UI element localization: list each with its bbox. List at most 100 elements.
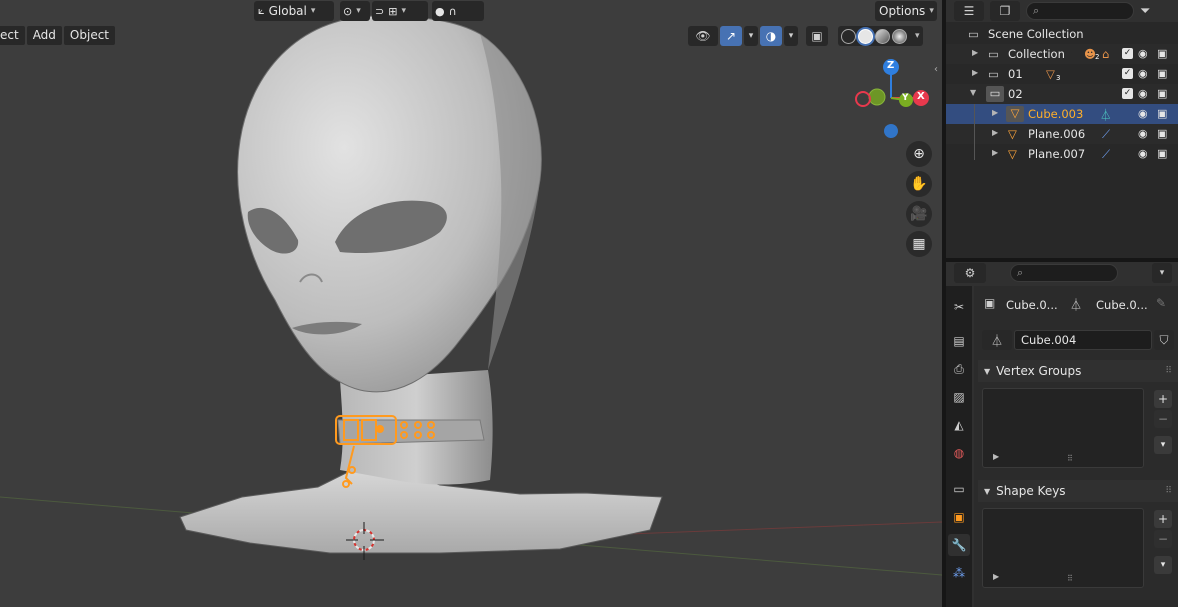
outliner-row-plane-007[interactable]: ▶ ▽ Plane.007 ⟋ ◉ ▣ [946, 144, 1178, 164]
pivot-point-dropdown[interactable]: ⊙ ▾ [340, 1, 370, 21]
outliner-row-cube-003[interactable]: ▶ ▽ Cube.003 ⏃ ◉ ▣ [946, 104, 1178, 124]
tab-tool[interactable]: ✂ [948, 296, 970, 318]
printer-icon: ⎙ [954, 361, 964, 376]
tab-particles[interactable]: ⁂ [948, 562, 970, 584]
menu-select[interactable]: ect [0, 26, 25, 45]
collection-icon: ▭ [988, 47, 999, 61]
material-shading-icon[interactable] [875, 28, 890, 44]
tab-scene[interactable]: ◭ [948, 414, 970, 436]
viewport-menu: ect Add Object [0, 26, 116, 45]
mesh-browse-dropdown[interactable]: ⏃ [982, 330, 1012, 350]
render-camera-icon[interactable]: ▣ [1157, 127, 1167, 140]
editor-type-dropdown[interactable]: ⚙ [954, 263, 986, 283]
add-vertex-group-button[interactable]: + [1154, 390, 1172, 408]
shape-keys-list[interactable]: ▶ ⠿ [982, 508, 1144, 588]
vertex-groups-list[interactable]: ▶ ⠿ [982, 388, 1144, 468]
mesh-name-field[interactable]: Cube.004 [1014, 330, 1152, 350]
properties-search-input[interactable]: ⌕ [1010, 264, 1118, 282]
overlays-dropdown[interactable]: ▾ [784, 26, 798, 46]
properties-tabs: ✂ ▤ ⎙ ▨ ◭ ◍ ▭ ▣ 🔧 ⁂ [946, 286, 972, 607]
pan-button[interactable]: ✋ [906, 171, 932, 197]
visibility-eye-icon[interactable]: ◉ [1138, 47, 1148, 60]
filter-library-dropdown[interactable]: ❐ [990, 1, 1020, 21]
render-camera-icon[interactable]: ▣ [1157, 87, 1167, 100]
expand-arrow-icon[interactable]: ▶ [993, 452, 999, 461]
fake-user-button[interactable]: ⛉ [1154, 330, 1174, 350]
perspective-toggle-button[interactable]: ▦ [906, 231, 932, 257]
expand-arrow-icon[interactable]: ▶ [992, 108, 998, 117]
exclude-checkbox[interactable]: ✓ [1122, 88, 1133, 99]
snapping-group[interactable]: ⊃ ⊞ ▾ [372, 1, 428, 21]
resize-grip-icon[interactable]: ⠿ [1067, 454, 1073, 463]
tab-view-layer[interactable]: ▨ [948, 386, 970, 408]
vertex-groups-panel-header[interactable]: ▼ Vertex Groups ⠿ [978, 360, 1178, 382]
shape-key-specials-button[interactable]: ▾ [1154, 556, 1172, 574]
remove-vertex-group-button[interactable]: − [1154, 410, 1172, 428]
visibility-eye-icon[interactable]: ◉ [1138, 67, 1148, 80]
exclude-checkbox[interactable]: ✓ [1122, 68, 1133, 79]
outliner-row-02[interactable]: ▼ ▭ 02 ✓ ◉ ▣ [946, 84, 1178, 104]
viewport-scene[interactable] [0, 0, 942, 607]
sidebar-toggle-chevron-icon[interactable]: ‹ [934, 64, 938, 75]
tab-world[interactable]: ◍ [948, 442, 970, 464]
proportional-editing-group[interactable]: ● ∩ [432, 1, 484, 21]
add-shape-key-button[interactable]: + [1154, 510, 1172, 528]
3d-viewport[interactable]: ⟀ Global ▾ ⊙ ▾ ⊃ ⊞ ▾ ● ∩ Options ▾ ect A… [0, 0, 942, 607]
tab-output[interactable]: ⎙ [948, 358, 970, 380]
chevron-down-icon[interactable]: ▾ [915, 31, 920, 41]
collapse-arrow-icon[interactable]: ▼ [970, 88, 976, 97]
overlays-toggle[interactable]: ◑ [760, 26, 782, 46]
zoom-button[interactable]: ⊕ [906, 141, 932, 167]
expand-arrow-icon[interactable]: ▶ [992, 148, 998, 157]
expand-arrow-icon[interactable]: ▶ [972, 68, 978, 77]
solid-shading-icon[interactable] [858, 28, 873, 44]
menu-add[interactable]: Add [26, 26, 62, 45]
outliner-row-01[interactable]: ▶ ▭ 01 ▽ 3 ✓ ◉ ▣ [946, 64, 1178, 84]
shape-keys-panel-header[interactable]: ▼ Shape Keys ⠿ [978, 480, 1178, 502]
render-camera-icon[interactable]: ▣ [1157, 47, 1167, 60]
tab-object[interactable]: ▣ [948, 506, 970, 528]
xray-toggle[interactable]: ▣ [806, 26, 828, 46]
outliner-row-plane-006[interactable]: ▶ ▽ Plane.006 ⟋ ◉ ▣ [946, 124, 1178, 144]
drag-handle-icon[interactable]: ⠿ [1165, 366, 1172, 376]
tab-render[interactable]: ▤ [948, 330, 970, 352]
rendered-shading-icon[interactable] [892, 28, 907, 44]
collection-icon: ▭ [986, 86, 1004, 102]
render-camera-icon[interactable]: ▣ [1157, 147, 1167, 160]
render-icon: ▤ [953, 334, 965, 348]
outliner-search-input[interactable]: ⌕ [1026, 2, 1134, 20]
options-dropdown[interactable]: Options ▾ [875, 1, 937, 21]
outliner-row-scene-collection[interactable]: ▭ Scene Collection [946, 24, 1178, 44]
expand-arrow-icon[interactable]: ▶ [993, 572, 999, 581]
visibility-eye-icon[interactable]: ◉ [1138, 107, 1148, 120]
outliner-row-collection[interactable]: ▶ ▭ Collection ☻ 2 ⌂ ✓ ◉ ▣ [946, 44, 1178, 64]
expand-arrow-icon[interactable]: ▶ [992, 128, 998, 137]
search-icon: ⌕ [1017, 266, 1024, 279]
tab-modifiers[interactable]: 🔧 [948, 534, 970, 556]
expand-arrow-icon[interactable]: ▶ [972, 48, 978, 57]
visibility-eye-icon[interactable]: ◉ [1138, 147, 1148, 160]
gizmo-dropdown[interactable]: ▾ [744, 26, 758, 46]
pin-icon[interactable]: ✎ [1156, 296, 1166, 310]
gizmo-toggle[interactable]: ↗ [720, 26, 742, 46]
menu-object[interactable]: Object [63, 26, 116, 45]
render-camera-icon[interactable]: ▣ [1157, 67, 1167, 80]
snap-icon: ⊃ [375, 4, 385, 18]
gizmo-z-label: Z [887, 60, 895, 71]
wireframe-shading-icon[interactable] [841, 28, 856, 44]
drag-handle-icon[interactable]: ⠿ [1165, 486, 1172, 496]
options-dropdown[interactable]: ▾ [1152, 263, 1172, 283]
display-mode-dropdown[interactable]: ☰ [954, 1, 984, 21]
visibility-eye-icon[interactable]: ◉ [1138, 87, 1148, 100]
tab-collection[interactable]: ▭ [948, 478, 970, 500]
visibility-dropdown[interactable]: 👁 [688, 26, 718, 46]
transform-orientation-dropdown[interactable]: ⟀ Global ▾ [254, 1, 334, 21]
visibility-eye-icon[interactable]: ◉ [1138, 127, 1148, 140]
exclude-checkbox[interactable]: ✓ [1122, 48, 1133, 59]
remove-shape-key-button[interactable]: − [1154, 530, 1172, 548]
filter-icon[interactable]: ⏷ [1140, 4, 1150, 19]
vertex-group-specials-button[interactable]: ▾ [1154, 436, 1172, 454]
resize-grip-icon[interactable]: ⠿ [1067, 574, 1073, 583]
render-camera-icon[interactable]: ▣ [1157, 107, 1167, 120]
camera-view-button[interactable]: 🎥 [906, 201, 932, 227]
